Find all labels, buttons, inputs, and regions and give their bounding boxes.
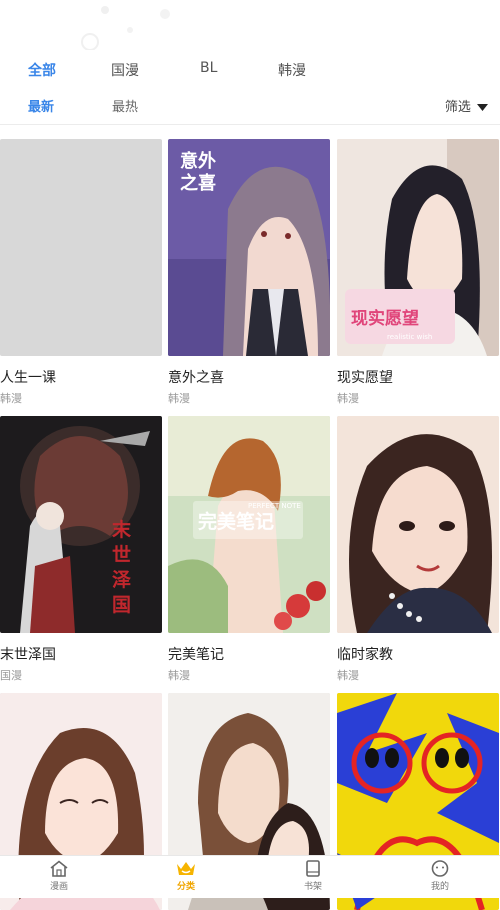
nav-comics[interactable]: 漫画: [29, 860, 89, 892]
nav-label: 书架: [303, 882, 322, 892]
nav-category[interactable]: 分类: [156, 860, 216, 892]
svg-text:完美笔记: 完美笔记: [198, 510, 274, 533]
sort-newest[interactable]: 最新: [28, 96, 54, 115]
comic-title: 现实愿望: [337, 370, 393, 386]
sort-bar: 最新 最热 筛选: [0, 96, 500, 120]
comic-title: 完美笔记: [168, 647, 224, 663]
filter-button[interactable]: 筛选: [445, 96, 488, 115]
tab-guoman[interactable]: 国漫: [111, 60, 139, 80]
nav-label: 我的: [430, 882, 449, 892]
comic-card[interactable]: 人生一课 韩漫: [0, 139, 162, 406]
comic-card[interactable]: 现实愿望 realistic wish 现实愿望 韩漫: [337, 139, 499, 406]
header-decoration: [0, 0, 500, 50]
home-icon: [50, 860, 68, 877]
divider: [0, 124, 500, 125]
comic-card[interactable]: 意外 之喜 PLEASANT SURPRISE 意外之喜 韩漫: [168, 139, 330, 406]
comic-cover: 意外 之喜 PLEASANT SURPRISE: [168, 139, 330, 356]
svg-text:PERFECT NOTE: PERFECT NOTE: [248, 502, 301, 510]
svg-text:世: 世: [112, 544, 131, 566]
comic-tag: 韩漫: [168, 392, 190, 405]
comic-cover: [337, 416, 499, 633]
comic-card[interactable]: 末 世 泽 国 末世泽国 国漫: [0, 416, 162, 683]
sort-hottest[interactable]: 最热: [112, 96, 138, 115]
comic-tag: 韩漫: [337, 669, 359, 682]
nav-mine[interactable]: 我的: [410, 860, 470, 892]
svg-text:国: 国: [112, 594, 131, 616]
smiley-icon: [431, 860, 449, 877]
svg-text:泽: 泽: [112, 569, 131, 591]
crown-icon: [177, 862, 195, 875]
comic-card[interactable]: 完美笔记 PERFECT NOTE 完美笔记 韩漫: [168, 416, 330, 683]
comic-tag: 韩漫: [168, 669, 190, 682]
bottom-nav: 漫画 分类 书架 我的: [0, 855, 500, 898]
nav-label: 分类: [176, 882, 195, 892]
tab-bl[interactable]: BL: [200, 60, 217, 76]
nav-label: 漫画: [49, 882, 68, 892]
comic-cover: 末 世 泽 国: [0, 416, 162, 633]
cover-title-text: 意外: [180, 150, 216, 172]
svg-text:现实愿望: 现实愿望: [351, 308, 419, 329]
comic-card[interactable]: 临时家教 韩漫: [337, 416, 499, 683]
comic-cover: 完美笔记 PERFECT NOTE: [168, 416, 330, 633]
comic-title: 人生一课: [0, 370, 56, 386]
svg-text:之喜: 之喜: [180, 172, 216, 194]
book-icon: [306, 860, 320, 877]
category-tabs: 全部 国漫 BL 韩漫: [0, 60, 500, 84]
comic-cover: 现实愿望 realistic wish: [337, 139, 499, 356]
triangle-down-icon: [477, 103, 488, 111]
comic-cover: [0, 139, 162, 356]
nav-bookshelf[interactable]: 书架: [283, 860, 343, 892]
comic-tag: 韩漫: [337, 392, 359, 405]
svg-text:末: 末: [112, 518, 132, 541]
tab-hanman[interactable]: 韩漫: [278, 60, 306, 80]
comic-tag: 韩漫: [0, 392, 22, 405]
svg-text:realistic wish: realistic wish: [387, 333, 432, 341]
comic-title: 末世泽国: [0, 647, 56, 663]
comic-tag: 国漫: [0, 669, 22, 682]
filter-label: 筛选: [444, 100, 471, 115]
comic-title: 意外之喜: [168, 370, 224, 386]
comic-title: 临时家教: [337, 647, 393, 663]
tab-all[interactable]: 全部: [28, 60, 56, 80]
